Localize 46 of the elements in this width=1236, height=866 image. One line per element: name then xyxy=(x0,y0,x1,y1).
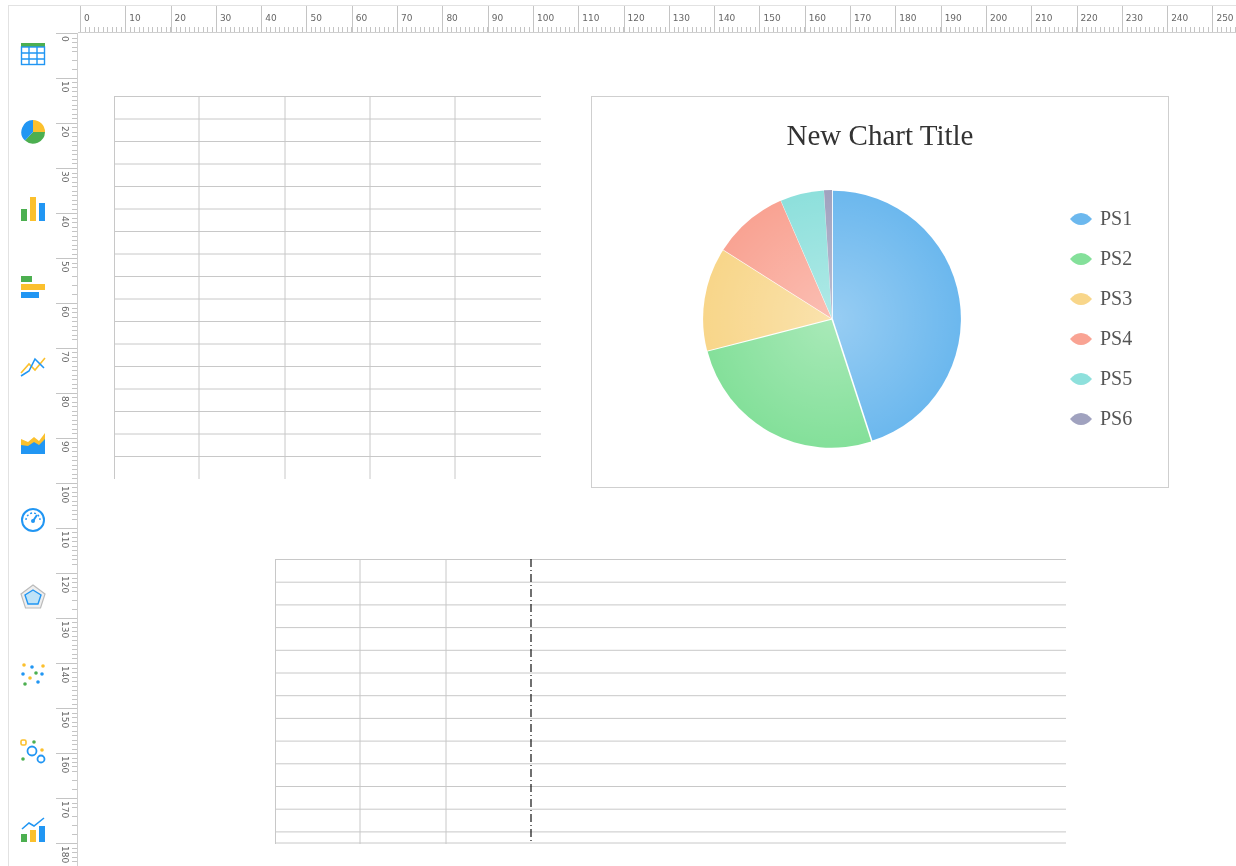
ruler-label: 80 xyxy=(446,12,458,25)
ruler-label: 240 xyxy=(1171,12,1189,25)
ruler-label: 40 xyxy=(59,216,70,228)
ruler-label: 50 xyxy=(59,261,70,273)
ruler-label: 70 xyxy=(401,12,413,25)
ruler-label: 20 xyxy=(59,126,70,138)
ruler-label: 90 xyxy=(491,12,504,25)
ruler-label: 80 xyxy=(59,396,70,408)
ruler-label: 90 xyxy=(59,441,70,453)
ruler-label: 110 xyxy=(582,12,600,25)
ruler-label: 50 xyxy=(310,12,322,25)
ruler-label: 160 xyxy=(808,12,826,25)
ruler-label: 30 xyxy=(59,171,70,183)
ruler-label: 40 xyxy=(265,12,277,25)
ruler-label: 120 xyxy=(627,12,645,25)
ruler-label: 180 xyxy=(59,846,70,864)
ruler-label: 170 xyxy=(59,801,70,819)
ruler-label: 210 xyxy=(1035,12,1053,25)
ruler-label: 60 xyxy=(59,306,70,318)
ruler-label: 220 xyxy=(1080,12,1098,25)
ruler-label: 190 xyxy=(944,12,962,25)
ruler-label: 100 xyxy=(59,486,70,504)
ruler-label: 140 xyxy=(59,666,70,684)
ruler-label: 30 xyxy=(219,12,232,25)
ruler-label: 20 xyxy=(174,12,187,25)
ruler-label: 130 xyxy=(672,12,691,25)
ruler-label: 200 xyxy=(989,12,1008,25)
ruler-label: 170 xyxy=(854,12,872,25)
ruler-label: 10 xyxy=(59,81,70,93)
ruler-label: 100 xyxy=(536,12,555,25)
ruler-label: 60 xyxy=(355,12,368,25)
ruler-label: 160 xyxy=(59,756,70,774)
ruler-label: 130 xyxy=(59,621,70,639)
ruler-label: 250 xyxy=(1216,12,1234,25)
ruler-label: 150 xyxy=(59,711,70,729)
ruler-label: 10 xyxy=(129,12,141,25)
ruler-label: 110 xyxy=(59,531,70,549)
chart-title: New Chart Title xyxy=(785,119,975,152)
ruler-label: 150 xyxy=(763,12,781,25)
ruler-label: 120 xyxy=(59,576,70,594)
ruler-label: 0 xyxy=(59,36,70,42)
ruler-label: 140 xyxy=(718,12,736,25)
ruler-label: 180 xyxy=(899,12,917,25)
ruler-label: 0 xyxy=(84,12,90,25)
ruler-label: 230 xyxy=(1125,12,1143,25)
ruler-label: 70 xyxy=(59,351,70,363)
